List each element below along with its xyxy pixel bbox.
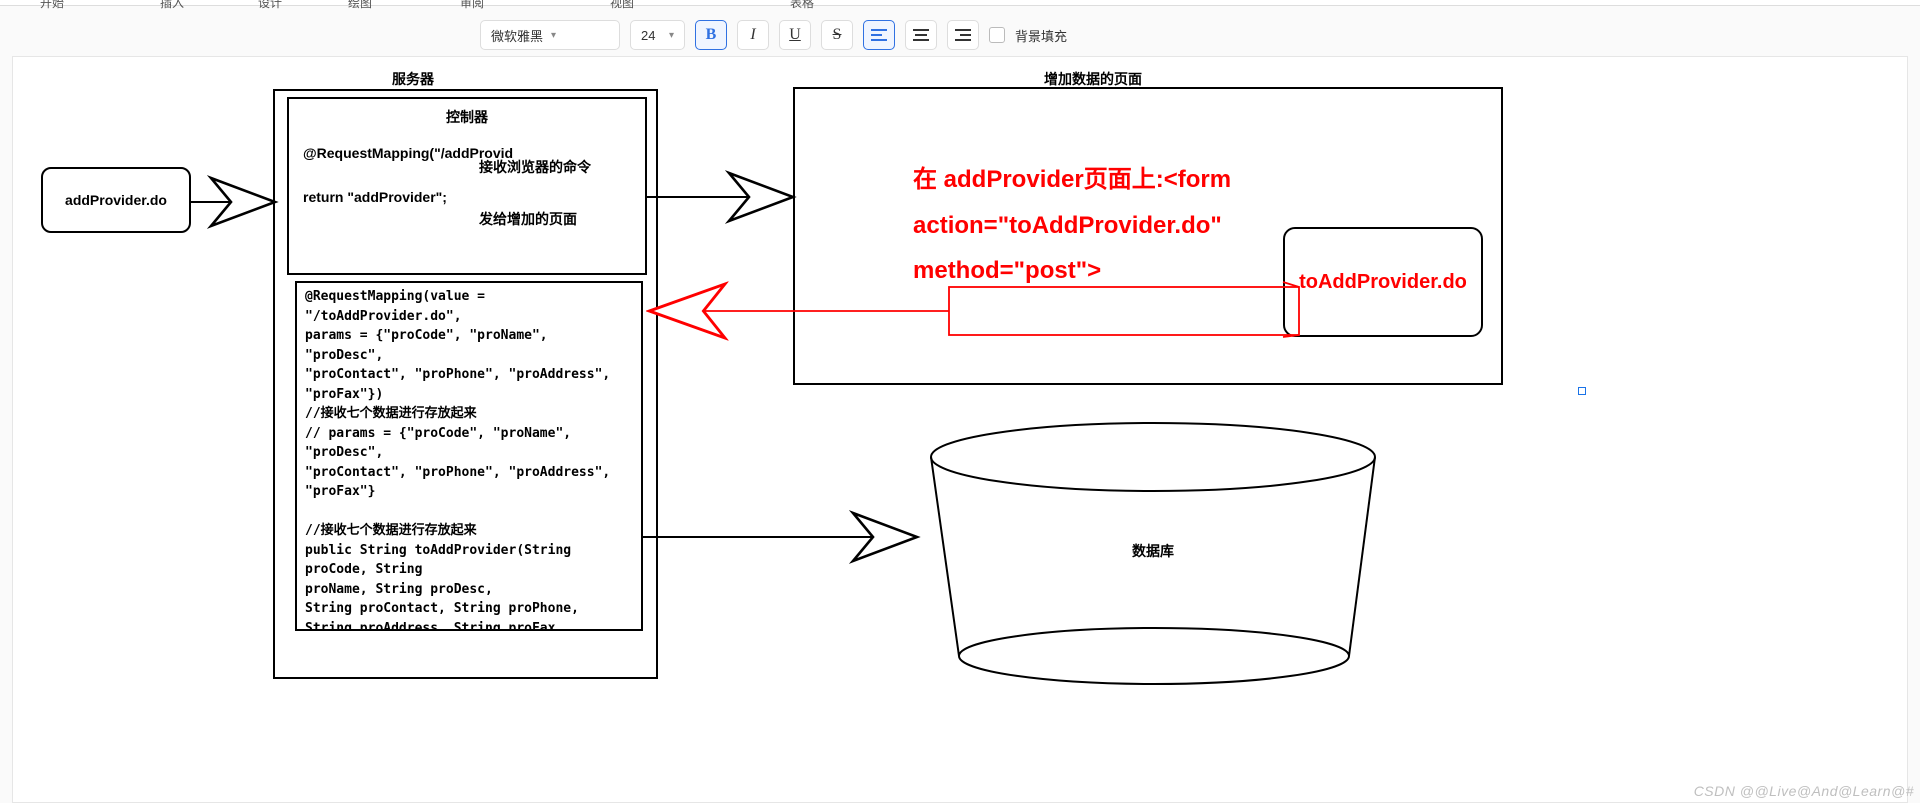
italic-button[interactable]: I [737,20,769,50]
addprovider-label: addProvider.do [65,192,167,208]
chevron-down-icon: ▾ [669,30,674,41]
align-right-button[interactable] [947,20,979,50]
database-label: 数据库 [919,541,1387,561]
server-label: 服务器 [353,69,473,89]
form-code-text: 在 addProvider页面上:<form action="toAddProv… [913,157,1283,294]
menu-item[interactable]: 插入 [160,0,184,11]
menu-item[interactable]: 审阅 [460,0,484,11]
align-left-icon [871,29,887,41]
bold-button[interactable]: B [695,20,727,50]
selection-handle[interactable] [1578,387,1586,395]
menu-item[interactable]: 视图 [610,0,634,11]
addprovider-node[interactable]: addProvider.do [41,167,191,233]
font-size-dropdown[interactable]: 24 ▾ [630,20,685,50]
toaddprovider-node[interactable]: toAddProvider.do [1283,227,1483,337]
addpage-label: 增加数据的页面 [1013,69,1173,89]
controller-title: 控制器 [303,107,631,127]
align-right-icon [955,29,971,41]
controller-box[interactable]: 控制器 @RequestMapping("/addProvid 接收浏览器的命令… [287,97,647,275]
code-block[interactable]: @RequestMapping(value = "/toAddProvider.… [295,281,643,631]
align-left-button[interactable] [863,20,895,50]
bgfill-checkbox[interactable] [989,27,1005,43]
diagram-canvas[interactable]: 服务器 增加数据的页面 控制器 @RequestMapping("/addPro… [13,57,1907,802]
canvas-page: 服务器 增加数据的页面 控制器 @RequestMapping("/addPro… [12,56,1908,803]
underline-button[interactable]: U [779,20,811,50]
menu-item[interactable]: 开始 [40,0,64,11]
menu-item[interactable]: 绘图 [348,0,372,11]
toaddprovider-label: toAddProvider.do [1299,271,1467,294]
watermark: CSDN @@Live@And@Learn@# [1694,783,1914,799]
formatting-toolbar: 微软雅黑 ▾ 24 ▾ B I U S 背景填充 [0,16,1920,54]
chevron-down-icon: ▾ [551,30,556,41]
align-center-button[interactable] [905,20,937,50]
align-center-icon [913,29,929,41]
menu-item[interactable]: 设计 [258,0,282,11]
controller-note-1: 接收浏览器的命令 [479,157,591,177]
font-family-dropdown[interactable]: 微软雅黑 ▾ [480,20,620,50]
font-name: 微软雅黑 [491,26,543,45]
controller-note-2: 发给增加的页面 [479,209,577,229]
menu-item[interactable]: 表格 [790,0,814,11]
bgfill-label: 背景填充 [1015,26,1067,45]
database-cylinder[interactable]: 数据库 [919,421,1387,687]
controller-return: return "addProvider"; [303,189,631,205]
strike-button[interactable]: S [821,20,853,50]
font-size-value: 24 [641,28,655,43]
menu-bar [0,0,1920,6]
